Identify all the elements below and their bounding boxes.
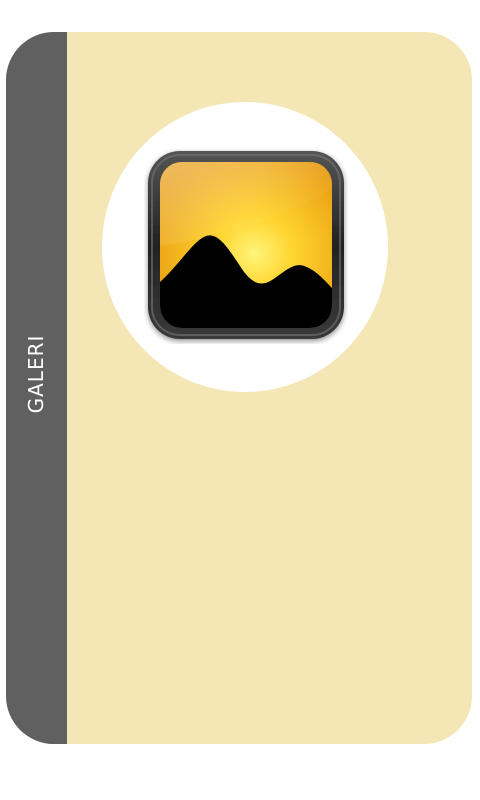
tile-sidebar: GALERI (6, 32, 67, 744)
gallery-tile[interactable]: GALERI (6, 32, 472, 744)
tile-title: GALERI (24, 334, 48, 414)
gallery-image-icon[interactable] (144, 148, 348, 344)
